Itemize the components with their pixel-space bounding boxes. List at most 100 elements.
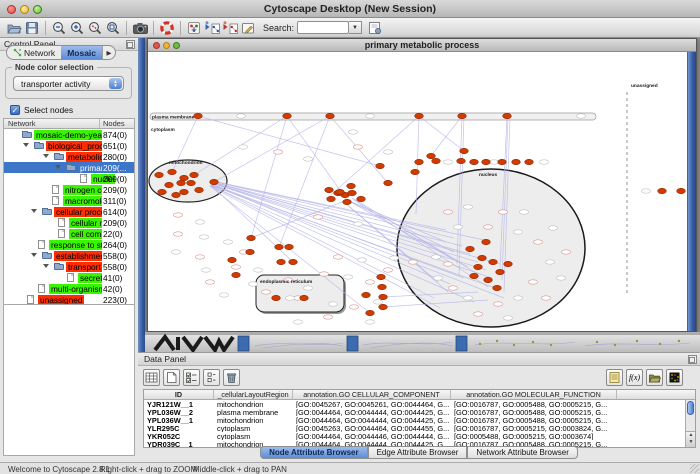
tree-row[interactable]: cellular metabo209(0) (4, 217, 134, 228)
notes-icon[interactable] (606, 369, 623, 386)
delete-attribute-icon[interactable] (223, 369, 240, 386)
network-node[interactable] (325, 187, 334, 192)
tree-row[interactable]: primary metabo209(... (4, 162, 134, 173)
network-node[interactable] (415, 159, 424, 164)
network-node[interactable] (470, 159, 479, 164)
network-node[interactable] (482, 239, 491, 244)
tab-edge-attribute-browser[interactable]: Edge Attribute Browser (368, 446, 468, 459)
network-node[interactable] (168, 169, 177, 174)
network-node[interactable] (427, 153, 436, 158)
table-scrollbar-arrows[interactable]: ▲▼ (686, 431, 696, 447)
node-label-pill[interactable] (448, 286, 457, 290)
open-icon[interactable] (5, 19, 23, 37)
network-node[interactable] (411, 169, 420, 174)
node-label-pill[interactable] (205, 280, 214, 284)
network-node[interactable] (194, 113, 203, 118)
network-node[interactable] (246, 249, 255, 254)
tree-row[interactable]: nucleobase-209(0) (4, 173, 134, 184)
zoom-out-icon[interactable] (50, 19, 68, 37)
node-label-pill[interactable] (238, 145, 247, 149)
node-label-pill[interactable] (201, 268, 210, 272)
table-column-header[interactable]: ID (144, 390, 214, 399)
network-edge[interactable] (431, 116, 462, 156)
tree-row[interactable]: macromolecule311(0) (4, 195, 134, 206)
node-label-pill[interactable] (431, 255, 440, 259)
node-label-pill[interactable] (365, 280, 374, 284)
select-nodes-checkbox[interactable]: ✓ (10, 105, 20, 115)
network-node[interactable] (195, 187, 204, 192)
node-label-pill[interactable] (303, 286, 312, 290)
snapshot-icon[interactable] (131, 19, 149, 37)
network-node[interactable] (658, 188, 667, 193)
tabs-overflow-button[interactable]: ▶ (102, 46, 115, 59)
network-node[interactable] (503, 113, 512, 118)
zoom-in-icon[interactable] (68, 19, 86, 37)
network-node[interactable] (232, 272, 241, 277)
import-network-icon[interactable] (203, 19, 221, 37)
network-node[interactable] (470, 273, 479, 278)
network-node[interactable] (384, 180, 393, 185)
node-label-pill[interactable] (576, 114, 585, 118)
formula-icon[interactable]: f(x) (626, 369, 643, 386)
table-scrollbar[interactable]: ▲▼ (685, 400, 695, 447)
node-label-pill[interactable] (293, 320, 302, 324)
node-label-pill[interactable] (513, 230, 522, 234)
zoom-fit-icon[interactable] (104, 19, 122, 37)
table-scrollbar-thumb[interactable] (687, 401, 694, 415)
table-column-header[interactable]: annotation.GO CELLULAR_COMPONENT (293, 390, 451, 399)
float-panel-icon[interactable] (126, 40, 135, 49)
save-icon[interactable] (23, 19, 41, 37)
expander-icon[interactable] (55, 165, 61, 169)
region-nucleus[interactable] (397, 169, 585, 327)
network-node[interactable] (172, 192, 181, 197)
tree-row[interactable]: metabolic process280(0) (4, 151, 134, 162)
tab-network-attribute-browser[interactable]: Network Attribute Browser (467, 446, 577, 459)
node-label-pill[interactable] (513, 296, 522, 300)
node-label-pill[interactable] (199, 235, 208, 239)
tab-node-attribute-browser[interactable]: Node Attribute Browser (260, 446, 368, 459)
network-node[interactable] (190, 172, 199, 177)
node-label-pill[interactable] (641, 189, 650, 193)
tree-row[interactable]: cellular process614(0) (4, 206, 134, 217)
network-node[interactable] (326, 113, 335, 118)
network-node[interactable] (247, 235, 256, 240)
node-label-pill[interactable] (253, 268, 262, 272)
table-row[interactable]: YKR052Ccytoplasm[GO:0044464, GO:0044446,… (144, 432, 695, 440)
node-label-pill[interactable] (383, 150, 392, 154)
node-label-pill[interactable] (303, 157, 312, 161)
node-label-pill[interactable] (348, 130, 357, 134)
attribute-checklist-icon[interactable] (183, 369, 200, 386)
node-label-pill[interactable] (365, 320, 374, 324)
node-label-pill[interactable] (433, 276, 442, 280)
network-node[interactable] (460, 148, 469, 153)
network-node[interactable] (155, 172, 164, 177)
network-node[interactable] (275, 244, 284, 249)
node-label-pill[interactable] (195, 255, 204, 259)
network-node[interactable] (432, 158, 441, 163)
network-node[interactable] (165, 182, 174, 187)
expander-icon[interactable] (43, 154, 49, 158)
network-node[interactable] (187, 180, 196, 185)
network-node[interactable] (158, 189, 167, 194)
network-close-button[interactable] (153, 42, 160, 49)
import-attributes-icon[interactable] (221, 19, 239, 37)
node-label-pill[interactable] (489, 160, 498, 164)
node-label-pill[interactable] (333, 255, 342, 259)
network-edge[interactable] (287, 116, 347, 200)
network-edge[interactable] (331, 116, 419, 195)
resize-grip[interactable] (690, 464, 699, 473)
network-node[interactable] (457, 158, 466, 163)
annotation-icon[interactable] (239, 19, 257, 37)
network-vertical-scrollbar[interactable] (687, 52, 696, 331)
node-label-pill[interactable] (541, 296, 550, 300)
search-input[interactable] (297, 21, 349, 34)
select-attributes-icon[interactable] (143, 369, 160, 386)
import-folder-icon[interactable] (646, 369, 663, 386)
node-label-pill[interactable] (528, 280, 537, 284)
node-label-pill[interactable] (353, 145, 362, 149)
tree-row[interactable]: transport558(0) (4, 261, 134, 272)
node-label-pill[interactable] (383, 268, 392, 272)
network-node[interactable] (357, 196, 366, 201)
tree-row[interactable]: establishment of lo558(0) (4, 250, 134, 261)
node-label-pill[interactable] (503, 316, 512, 320)
